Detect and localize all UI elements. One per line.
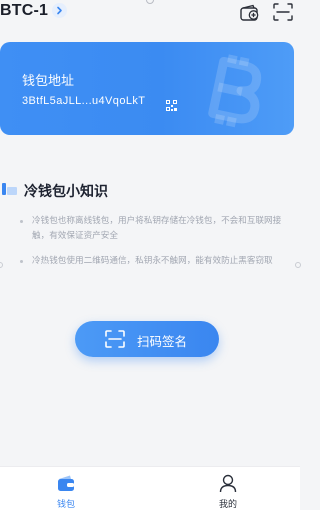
- decorative-circle: [0, 262, 3, 268]
- tip-item: 冷热钱包使用二维码通信，私钥永不触网，能有效防止黑客窃取: [32, 256, 273, 266]
- nav-label: 我的: [218, 500, 237, 510]
- scan-icon[interactable]: [272, 2, 294, 26]
- wallet-name[interactable]: BTC-1: [0, 2, 48, 20]
- bottom-nav: 钱包 我的: [0, 466, 300, 510]
- decorative-circle: [295, 262, 301, 268]
- decorative-circle: [146, 0, 154, 4]
- bullet-dot: [20, 260, 23, 263]
- qr-code-icon[interactable]: [166, 96, 177, 115]
- section-title: 冷钱包小知识: [24, 184, 108, 200]
- wallet-icon: [58, 475, 74, 491]
- nav-item-mine[interactable]: 我的: [198, 467, 258, 510]
- bitcoin-watermark-icon: [208, 54, 262, 128]
- card-title: 钱包地址: [22, 74, 75, 89]
- wallet-address[interactable]: 3BtfL5aJLL...u4VqoLkT: [22, 95, 145, 107]
- scan-frame-icon: [105, 330, 125, 352]
- nav-label: 钱包: [56, 500, 75, 510]
- nav-item-wallet[interactable]: 钱包: [36, 467, 96, 510]
- section-marker-icon: [2, 181, 18, 200]
- scan-sign-button[interactable]: 扫码签名: [75, 321, 219, 357]
- scan-sign-label: 扫码签名: [137, 334, 188, 349]
- header-bar: BTC-1: [0, 0, 300, 26]
- address-card[interactable]: 钱包地址 3BtfL5aJLL...u4VqoLkT: [0, 42, 294, 135]
- wallet-add-icon[interactable]: [239, 2, 261, 26]
- bullet-dot: [20, 220, 23, 223]
- tip-item: 冷钱包也称离线钱包，用户将私钥存储在冷钱包，不会和互联网接触，有效保证资产安全: [32, 216, 282, 241]
- user-icon: [219, 474, 237, 493]
- chevron-right-icon[interactable]: [52, 3, 67, 18]
